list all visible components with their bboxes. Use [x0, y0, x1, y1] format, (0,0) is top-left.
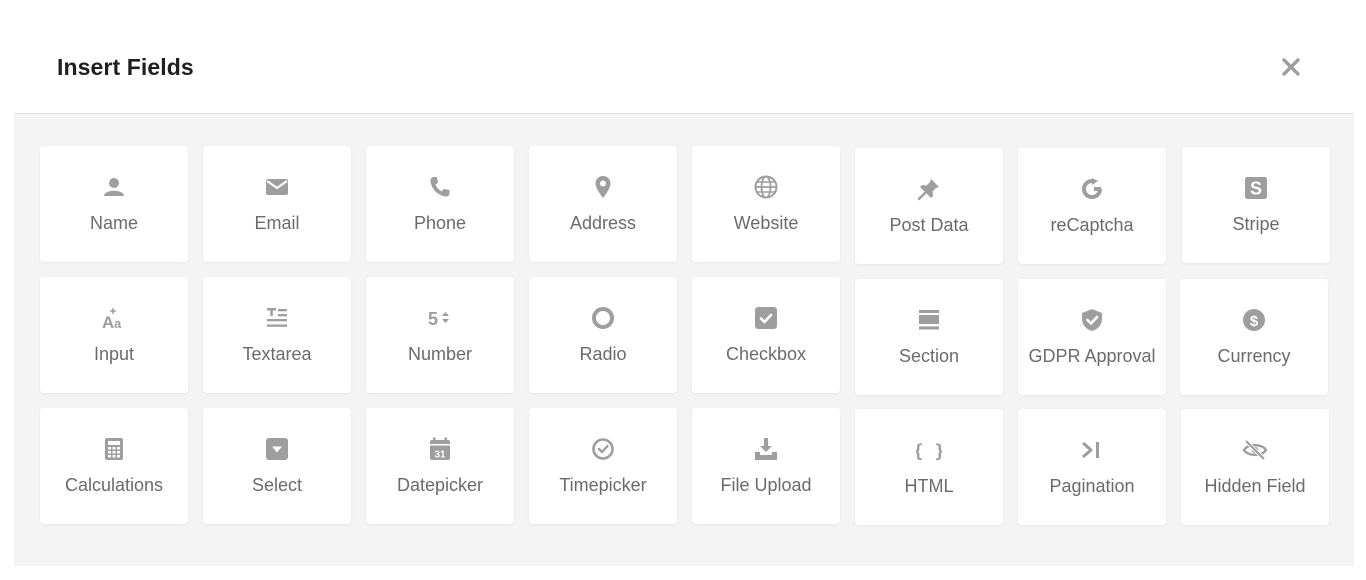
field-label: Post Data: [889, 215, 969, 235]
svg-text:31: 31: [434, 450, 446, 461]
field-label: reCaptcha: [1050, 215, 1134, 235]
close-icon: [1282, 58, 1300, 76]
field-number[interactable]: 5 Number: [366, 277, 514, 393]
svg-text:S: S: [1250, 179, 1262, 199]
svg-text:$: $: [1250, 313, 1259, 330]
checkbox-icon: [755, 307, 777, 329]
field-post-data[interactable]: Post Data: [855, 148, 1003, 264]
field-label: HTML: [904, 476, 954, 496]
field-name[interactable]: Name: [40, 146, 188, 262]
stripe-icon: S: [1245, 177, 1267, 199]
field-label: GDPR Approval: [1028, 346, 1156, 366]
field-label: Select: [251, 475, 303, 495]
dollar-icon: $: [1243, 309, 1265, 331]
field-label: Address: [569, 213, 637, 233]
clock-icon: [592, 438, 614, 460]
field-radio[interactable]: Radio: [529, 277, 677, 393]
field-gdpr-approval[interactable]: GDPR Approval: [1018, 279, 1166, 395]
field-label: Name: [89, 213, 138, 233]
field-label: Section: [898, 346, 960, 366]
field-calculations[interactable]: Calculations: [40, 408, 188, 524]
field-label: Checkbox: [725, 344, 807, 364]
insert-fields-modal: Insert Fields Name Email Phone Address W…: [0, 0, 1366, 580]
field-label: Input: [93, 344, 135, 364]
field-label: Timepicker: [559, 475, 647, 495]
field-stripe[interactable]: S Stripe: [1182, 147, 1330, 263]
field-label: Email: [254, 213, 300, 233]
field-phone[interactable]: Phone: [366, 146, 514, 262]
svg-text:a: a: [114, 316, 122, 331]
field-label: Radio: [579, 344, 627, 364]
envelope-icon: [266, 179, 288, 195]
field-label: Number: [407, 344, 473, 364]
svg-text:{ }: { }: [916, 441, 942, 462]
close-button[interactable]: [1278, 53, 1304, 81]
pushpin-icon: [917, 179, 939, 201]
field-label: Website: [733, 213, 799, 233]
fields-grid: Name Email Phone Address Website Post Da…: [14, 114, 1354, 566]
map-pin-icon: [595, 176, 611, 198]
field-checkbox[interactable]: Checkbox: [692, 277, 840, 393]
field-label: File Upload: [720, 475, 812, 495]
person-icon: [104, 178, 124, 196]
textarea-icon: [267, 308, 287, 327]
text-input-icon: Aa: [102, 307, 122, 331]
braces-icon: { }: [916, 441, 942, 462]
field-label: Stripe: [1232, 214, 1280, 234]
field-timepicker[interactable]: Timepicker: [529, 408, 677, 524]
field-currency[interactable]: $ Currency: [1180, 279, 1328, 395]
svg-text:5: 5: [428, 309, 438, 329]
field-recaptcha[interactable]: reCaptcha: [1018, 148, 1166, 264]
field-label: Phone: [413, 213, 467, 233]
field-label: Currency: [1217, 346, 1291, 366]
section-icon: [919, 310, 939, 330]
field-html[interactable]: { } HTML: [855, 409, 1003, 525]
phone-icon: [430, 177, 450, 197]
field-label: Textarea: [242, 344, 312, 364]
field-input[interactable]: Aa Input: [40, 277, 188, 393]
field-label: Calculations: [64, 475, 164, 495]
field-hidden-field[interactable]: Hidden Field: [1181, 409, 1329, 525]
eye-slash-icon: [1242, 439, 1268, 461]
pagination-icon: [1082, 441, 1099, 459]
field-section[interactable]: Section: [855, 279, 1003, 395]
field-textarea[interactable]: Textarea: [203, 277, 351, 393]
field-pagination[interactable]: Pagination: [1018, 409, 1166, 525]
calculator-icon: [105, 438, 123, 460]
modal-header: Insert Fields: [14, 0, 1354, 114]
upload-icon: [755, 438, 777, 460]
shield-check-icon: [1082, 309, 1102, 331]
field-label: Hidden Field: [1204, 476, 1306, 496]
svg-text:A: A: [102, 313, 114, 331]
number-stepper-icon: 5: [428, 309, 449, 329]
field-email[interactable]: Email: [203, 146, 351, 262]
field-website[interactable]: Website: [692, 146, 840, 262]
recaptcha-icon: [1082, 178, 1102, 199]
globe-icon: [754, 175, 778, 199]
select-dropdown-icon: [266, 438, 288, 460]
field-label: Datepicker: [396, 475, 484, 495]
field-datepicker[interactable]: 31 Datepicker: [366, 408, 514, 524]
field-label: Pagination: [1049, 476, 1135, 496]
field-address[interactable]: Address: [529, 146, 677, 262]
calendar-icon: 31: [430, 437, 450, 461]
modal-title: Insert Fields: [57, 54, 194, 80]
radio-icon: [592, 307, 614, 329]
field-file-upload[interactable]: File Upload: [692, 408, 840, 524]
field-select[interactable]: Select: [203, 408, 351, 524]
